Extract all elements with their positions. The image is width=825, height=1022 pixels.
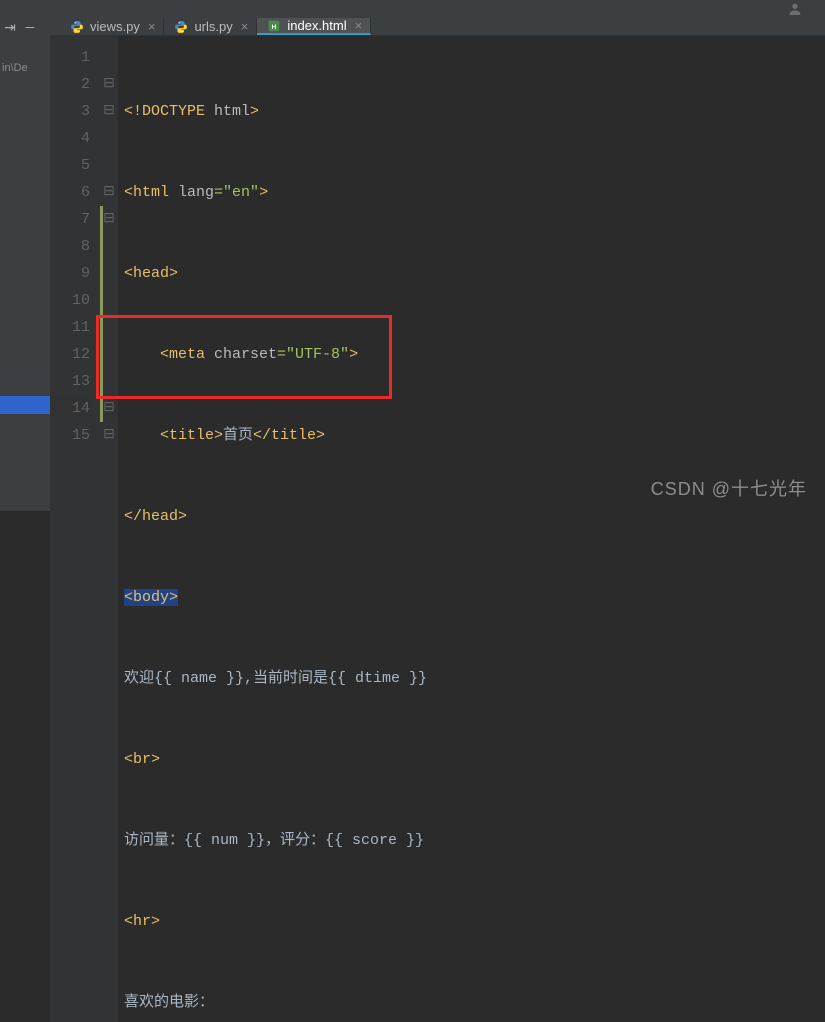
left-selection-highlight [0,396,50,414]
close-icon[interactable]: × [239,19,251,34]
line-number: 11 [50,314,90,341]
tab-index-html[interactable]: H index.html × [257,18,371,35]
collapse-icon[interactable]: ⇥ [2,20,18,36]
fold-toggle-icon[interactable]: ⊟ [100,71,118,98]
code-line: 喜欢的电影： [124,989,825,1016]
code-line: <title>首页</title> [124,422,825,449]
tab-views-py[interactable]: views.py × [60,18,164,35]
code-line: </head> [124,503,825,530]
code-line: <hr> [124,908,825,935]
line-number: 15 [50,422,90,449]
python-icon [70,20,84,34]
line-number: 10 [50,287,90,314]
watermark-text: CSDN @十七光年 [651,475,807,501]
line-number: 12 [50,341,90,368]
svg-text:H: H [272,23,277,30]
close-icon[interactable]: × [353,18,365,33]
fold-end-icon[interactable]: ⊟ [100,422,118,449]
python-icon [174,20,188,34]
tab-label: urls.py [194,19,232,34]
code-editor[interactable]: 1 2 3 4 5 6 7 8 9 10 11 12 13 14 15 ⊟ ⊟ [50,36,825,1022]
tab-label: index.html [287,18,346,33]
code-line: <!DOCTYPE html> [124,98,825,125]
minimize-icon[interactable]: — [22,20,38,36]
fold-end-icon[interactable]: ⊟ [100,395,118,422]
code-line: 访问量：{{ num }}，评分：{{ score }} [124,827,825,854]
line-number: 14 [50,395,90,422]
editor-wrapper: views.py × urls.py × H index.html × 1 [50,18,825,511]
html-icon: H [267,19,281,33]
line-number: 6 [50,179,90,206]
line-number: 1 [50,44,90,71]
line-number: 9 [50,260,90,287]
avatar-icon[interactable] [787,0,805,18]
line-number: 13 [50,368,90,395]
line-number: 5 [50,152,90,179]
tab-label: views.py [90,19,140,34]
code-line: <head> [124,260,825,287]
code-line: <body> [124,584,825,611]
code-line: 欢迎{{ name }},当前时间是{{ dtime }} [124,665,825,692]
fold-end-icon[interactable]: ⊟ [100,179,118,206]
code-line: <html lang="en"> [124,179,825,206]
code-line: <meta charset="UTF-8"> [124,341,825,368]
code-text-area[interactable]: <!DOCTYPE html> <html lang="en"> <head> … [118,36,825,1022]
close-icon[interactable]: × [146,19,158,34]
tab-urls-py[interactable]: urls.py × [164,18,257,35]
line-number: 3 [50,98,90,125]
project-path-fragment: in\De [0,38,50,74]
line-number: 2 [50,71,90,98]
fold-toggle-icon[interactable]: ⊟ [100,206,118,233]
fold-toggle-icon[interactable]: ⊟ [100,98,118,125]
tab-bar: views.py × urls.py × H index.html × [50,18,825,36]
line-number-gutter: 1 2 3 4 5 6 7 8 9 10 11 12 13 14 15 [50,36,100,1022]
line-number: 4 [50,125,90,152]
top-toolbar [0,0,825,18]
code-line: <br> [124,746,825,773]
line-number: 7 [50,206,90,233]
main-area: ⇥ — in\De views.py × urls.py × [0,18,825,511]
line-number: 8 [50,233,90,260]
fold-gutter: ⊟ ⊟ ⊟ ⊟ ⊟ ⊟ [100,36,118,1022]
left-tool-gutter: ⇥ — in\De [0,18,50,511]
